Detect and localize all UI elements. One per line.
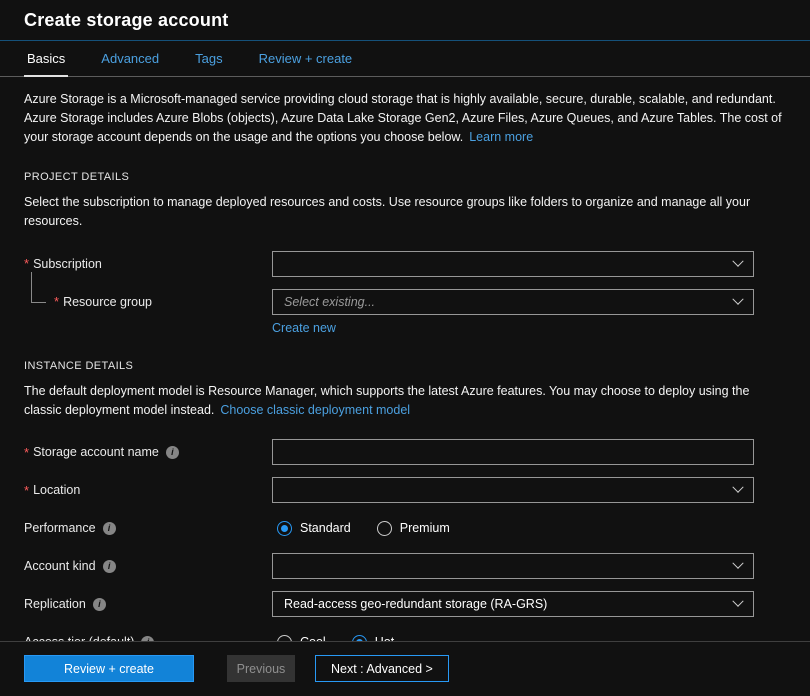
form-row-performance: Performance Standard Premium: [24, 515, 786, 541]
info-icon[interactable]: [103, 522, 116, 535]
form-row-replication: Replication Read-access geo-redundant st…: [24, 591, 786, 617]
subscription-label-text: Subscription: [33, 257, 102, 271]
storage-account-name-label-text: Storage account name: [33, 445, 159, 459]
radio-label: Standard: [300, 521, 351, 535]
storage-account-name-label: Storage account name: [24, 445, 272, 460]
required-asterisk: [24, 256, 33, 271]
tab-bar: Basics Advanced Tags Review + create: [0, 41, 810, 77]
info-icon[interactable]: [93, 598, 106, 611]
tab-review-create[interactable]: Review + create: [256, 41, 356, 77]
form-row-location: Location: [24, 477, 786, 503]
learn-more-link[interactable]: Learn more: [469, 130, 533, 144]
account-kind-label-text: Account kind: [24, 559, 96, 573]
location-dropdown[interactable]: [272, 477, 754, 503]
chevron-down-icon: [732, 293, 743, 304]
info-icon[interactable]: [103, 560, 116, 573]
resource-group-label-text: Resource group: [63, 295, 152, 309]
footer-bar: Review + create Previous Next : Advanced…: [0, 641, 810, 696]
required-asterisk: [24, 445, 33, 460]
resource-group-placeholder: Select existing...: [284, 295, 375, 309]
page-header: Create storage account: [0, 0, 810, 41]
form-row-storage-account-name: Storage account name: [24, 439, 786, 465]
next-advanced-button[interactable]: Next : Advanced >: [315, 655, 449, 682]
instance-details-heading: INSTANCE DETAILS: [24, 360, 786, 372]
instance-details-description: The default deployment model is Resource…: [24, 382, 786, 420]
chevron-down-icon: [732, 558, 743, 569]
performance-option-standard[interactable]: Standard: [277, 521, 351, 536]
intro-paragraph: Azure Storage is a Microsoft-managed ser…: [24, 90, 786, 146]
form-row-subscription: Subscription: [24, 251, 786, 277]
required-asterisk: [24, 483, 33, 498]
chevron-down-icon: [732, 482, 743, 493]
subscription-dropdown[interactable]: [272, 251, 754, 277]
radio-unselected-icon: [377, 521, 392, 536]
page-title: Create storage account: [24, 10, 786, 31]
info-icon[interactable]: [166, 446, 179, 459]
radio-label: Premium: [400, 521, 450, 535]
required-asterisk: [54, 294, 63, 309]
review-create-button[interactable]: Review + create: [24, 655, 194, 682]
classic-deployment-link[interactable]: Choose classic deployment model: [220, 403, 410, 417]
performance-label: Performance: [24, 521, 272, 535]
form-row-account-kind: Account kind: [24, 553, 786, 579]
resource-group-label: Resource group: [24, 294, 272, 309]
chevron-down-icon: [732, 255, 743, 266]
radio-selected-icon: [277, 521, 292, 536]
project-details-heading: PROJECT DETAILS: [24, 171, 786, 183]
chevron-down-icon: [732, 596, 743, 607]
location-label-text: Location: [33, 483, 80, 497]
replication-dropdown[interactable]: Read-access geo-redundant storage (RA-GR…: [272, 591, 754, 617]
account-kind-label: Account kind: [24, 559, 272, 573]
tab-tags[interactable]: Tags: [192, 41, 225, 77]
replication-label: Replication: [24, 597, 272, 611]
location-label: Location: [24, 483, 272, 498]
tab-basics[interactable]: Basics: [24, 41, 68, 77]
storage-account-name-input[interactable]: [272, 439, 754, 465]
main-content: Azure Storage is a Microsoft-managed ser…: [0, 90, 810, 655]
project-details-description: Select the subscription to manage deploy…: [24, 193, 786, 231]
replication-value: Read-access geo-redundant storage (RA-GR…: [284, 597, 547, 611]
tab-advanced[interactable]: Advanced: [98, 41, 162, 77]
intro-text: Azure Storage is a Microsoft-managed ser…: [24, 92, 782, 144]
account-kind-dropdown[interactable]: [272, 553, 754, 579]
performance-radio-group: Standard Premium: [272, 521, 754, 536]
previous-button[interactable]: Previous: [227, 655, 295, 682]
create-new-link[interactable]: Create new: [272, 321, 336, 335]
tree-connector: [31, 272, 46, 303]
form-row-resource-group: Resource group Select existing...: [24, 289, 786, 315]
subscription-label: Subscription: [24, 256, 272, 271]
performance-option-premium[interactable]: Premium: [377, 521, 450, 536]
performance-label-text: Performance: [24, 521, 96, 535]
replication-label-text: Replication: [24, 597, 86, 611]
resource-group-dropdown[interactable]: Select existing...: [272, 289, 754, 315]
